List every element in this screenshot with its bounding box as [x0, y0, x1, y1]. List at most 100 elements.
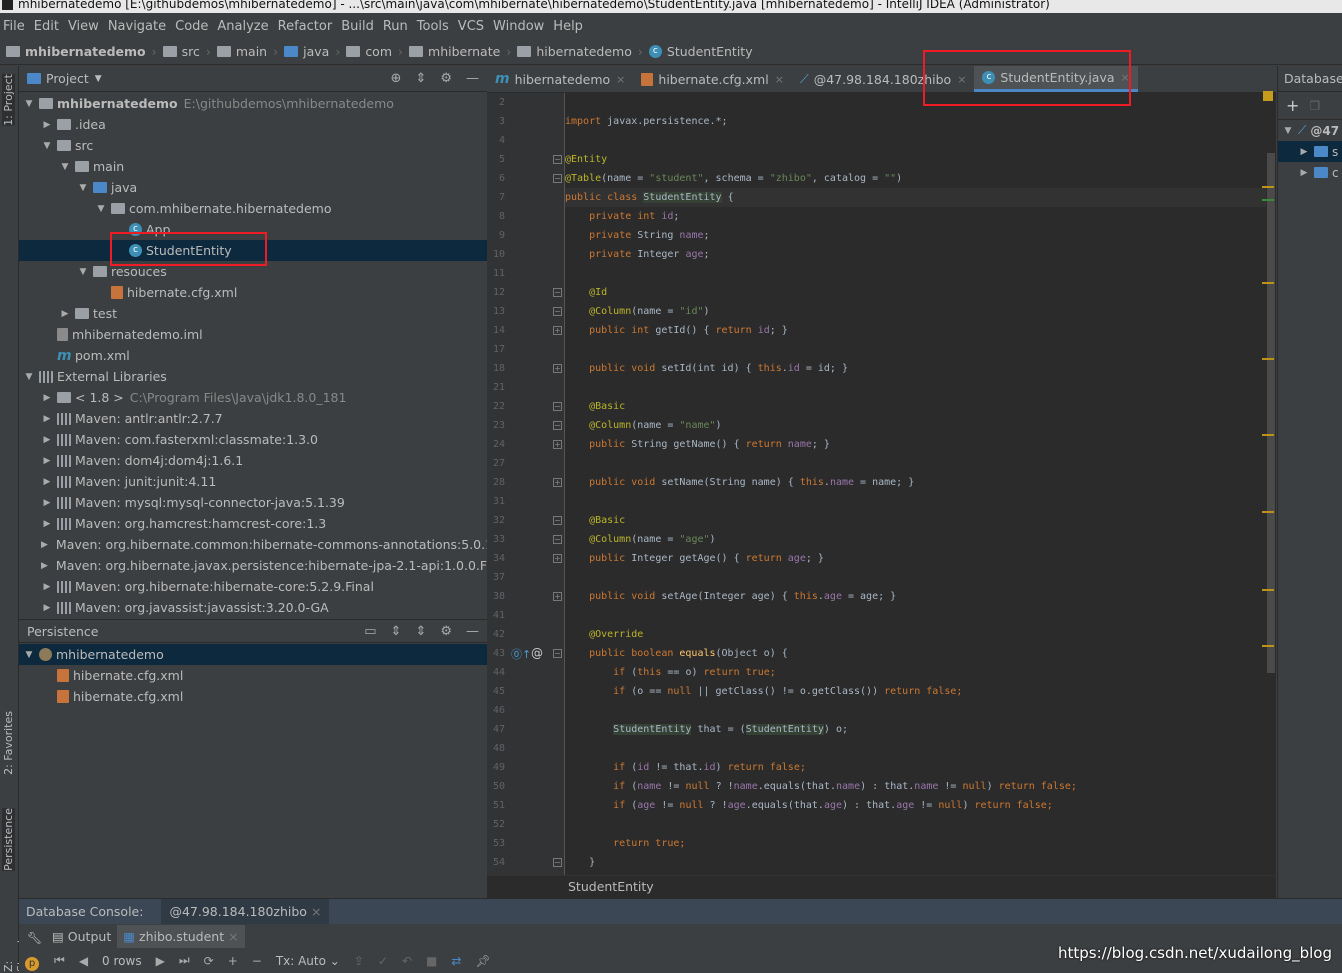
expanded-arrow-icon[interactable]: ▼ [95, 204, 107, 214]
expanded-arrow-icon[interactable]: ▼ [77, 183, 89, 193]
expand-all-icon[interactable]: ⇕ [391, 624, 402, 639]
tree-item[interactable]: ▶ < 1.8 > C:\Program Files\Java\jdk1.8.0_1… [19, 387, 487, 408]
collapsed-arrow-icon[interactable]: ▶ [41, 582, 53, 592]
menu-run[interactable]: Run [383, 19, 408, 34]
close-icon[interactable]: × [311, 904, 321, 919]
breadcrumb-item[interactable]: src › [162, 44, 211, 59]
tree-item[interactable]: ▼ mhibernatedemo E:\githubdemos\mhibernate… [19, 93, 487, 114]
collapsed-arrow-icon[interactable]: ▶ [59, 309, 71, 319]
table-tab[interactable]: ▦ zhibo.student × [117, 924, 245, 948]
console-tab[interactable]: @47.98.184.180zhibo × [161, 899, 330, 924]
tree-item[interactable]: ▼ mhibernatedemo [19, 644, 487, 665]
breadcrumb-item[interactable]: main › [216, 44, 278, 59]
collapsed-arrow-icon[interactable]: ▶ [41, 603, 53, 613]
tree-item[interactable]: ▶ Maven: org.hamcrest:hamcrest-core:1.3 [19, 513, 487, 534]
expanded-arrow-icon[interactable]: ▼ [23, 99, 35, 109]
first-page-icon[interactable]: ⏮ [54, 953, 65, 968]
tree-item[interactable]: ▶ Maven: org.hibernate.javax.persistence:… [19, 555, 487, 576]
collapsed-arrow-icon[interactable]: ▶ [41, 456, 53, 466]
compare-icon[interactable]: ⇄ [451, 954, 461, 968]
fold-expand-icon[interactable]: + [553, 592, 562, 601]
collapsed-arrow-icon[interactable]: ▶ [41, 120, 53, 130]
breadcrumb-item[interactable]: hibernatedemo › [517, 44, 643, 59]
tree-item[interactable]: ▶ test [19, 303, 487, 324]
fold-collapse-icon[interactable]: − [553, 535, 562, 544]
menu-view[interactable]: View [68, 19, 99, 34]
favorites-tool-tab[interactable]: 2: Favorites [2, 711, 15, 775]
gear-icon[interactable]: ⚙ [440, 71, 452, 86]
collapsed-arrow-icon[interactable]: ▶ [41, 540, 48, 550]
breadcrumb-item[interactable]: com › [346, 44, 403, 59]
collapsed-arrow-icon[interactable]: ▶ [41, 477, 53, 487]
tree-item[interactable]: ▼ src [19, 135, 487, 156]
menu-build[interactable]: Build [341, 19, 374, 34]
fold-expand-icon[interactable]: + [553, 364, 562, 373]
tree-item[interactable]: ▶ .idea [19, 114, 487, 135]
collapse-all-icon[interactable]: ⇕ [415, 71, 426, 86]
tree-item[interactable]: ▶ Maven: com.fasterxml:classmate:1.3.0 [19, 429, 487, 450]
fold-collapse-icon[interactable]: − [553, 858, 562, 867]
tree-item[interactable]: ▶ Maven: org.javassist:javassist:3.20.0-G… [19, 597, 487, 618]
editor-scrollbar[interactable] [1262, 91, 1276, 875]
tree-item[interactable]: ▼ main [19, 156, 487, 177]
menu-window[interactable]: Window [493, 19, 544, 34]
menu-code[interactable]: Code [175, 19, 208, 34]
output-tab[interactable]: ▤ Output [46, 925, 117, 948]
close-icon[interactable]: × [228, 929, 238, 944]
remove-row-icon[interactable]: − [252, 954, 262, 968]
minimize-icon[interactable]: — [466, 71, 479, 86]
collapsed-arrow-icon[interactable]: ▶ [41, 393, 53, 403]
menu-edit[interactable]: Edit [34, 19, 59, 34]
add-icon[interactable]: + [1286, 96, 1299, 115]
collapse-all-icon[interactable]: ⇕ [415, 624, 426, 639]
tree-item[interactable]: ▼ com.mhibernate.hibernatedemo [19, 198, 487, 219]
tree-item[interactable]: hibernate.cfg.xml [19, 686, 487, 707]
pin-icon[interactable]: 📌︎ [475, 954, 490, 968]
fold-collapse-icon[interactable]: − [553, 288, 562, 297]
next-page-icon[interactable]: ▶ [156, 954, 165, 968]
breadcrumb-item[interactable]: mhibernate › [409, 44, 511, 59]
expand-arrow-icon[interactable]: ▼ [1282, 126, 1294, 136]
menu-help[interactable]: Help [553, 19, 583, 34]
tree-item[interactable]: ▶ Maven: org.hibernate.common:hibernate-c… [19, 534, 487, 555]
refresh-icon[interactable]: ⟳ [204, 954, 214, 968]
menu-tools[interactable]: Tools [417, 19, 449, 34]
submit-icon[interactable]: ⇪ [354, 954, 364, 968]
tree-item[interactable]: mhibernatedemo.iml [19, 324, 487, 345]
tree-item[interactable]: m pom.xml [19, 345, 487, 366]
add-row-icon[interactable]: + [228, 954, 238, 968]
override-method-icon[interactable]: ⓪↑ [511, 646, 531, 662]
fold-collapse-icon[interactable]: − [553, 155, 562, 164]
project-tool-tab[interactable]: 1: Project [2, 74, 15, 126]
scrollbar-thumb[interactable] [1267, 153, 1275, 673]
editor-tab[interactable]: m hibernatedemo × [487, 66, 633, 92]
commit-icon[interactable]: ✓ [378, 954, 388, 968]
menu-navigate[interactable]: Navigate [108, 19, 166, 34]
close-icon[interactable]: × [775, 73, 784, 86]
datasource-item[interactable]: @47 [1310, 124, 1339, 138]
chevron-down-icon[interactable]: ▼ [95, 74, 102, 84]
schema-item[interactable]: c [1332, 166, 1339, 180]
fold-expand-icon[interactable]: + [553, 554, 562, 563]
tree-item[interactable]: ▶ Maven: junit:junit:4.11 [19, 471, 487, 492]
fold-collapse-icon[interactable]: − [553, 174, 562, 183]
copy-icon[interactable]: ❐ [1309, 99, 1320, 113]
fold-collapse-icon[interactable]: − [553, 402, 562, 411]
last-page-icon[interactable]: ⏭ [179, 953, 190, 968]
tree-item[interactable]: ▶ Maven: dom4j:dom4j:1.6.1 [19, 450, 487, 471]
stop-icon[interactable]: ■ [426, 954, 437, 968]
collapsed-arrow-icon[interactable]: ▶ [41, 414, 53, 424]
expanded-arrow-icon[interactable]: ▼ [77, 267, 89, 277]
tree-item[interactable]: hibernate.cfg.xml [19, 282, 487, 303]
editor-breadcrumb[interactable]: StudentEntity [487, 875, 1276, 898]
menu-analyze[interactable]: Analyze [217, 19, 268, 34]
wrench-icon[interactable]: 🔧︎ [27, 931, 42, 945]
editor-tab[interactable]: hibernate.cfg.xml × [633, 66, 792, 92]
tree-item[interactable]: ▼ java [19, 177, 487, 198]
code-area[interactable]: import javax.persistence.*; @Entity @Table… [565, 93, 1266, 875]
menu-refactor[interactable]: Refactor [278, 19, 333, 34]
project-view-selector[interactable]: Project [46, 71, 89, 86]
er-diagram-icon[interactable]: ▭ [364, 624, 376, 639]
breadcrumb-item[interactable]: java › [284, 44, 340, 59]
collapsed-arrow-icon[interactable]: ▶ [41, 435, 53, 445]
